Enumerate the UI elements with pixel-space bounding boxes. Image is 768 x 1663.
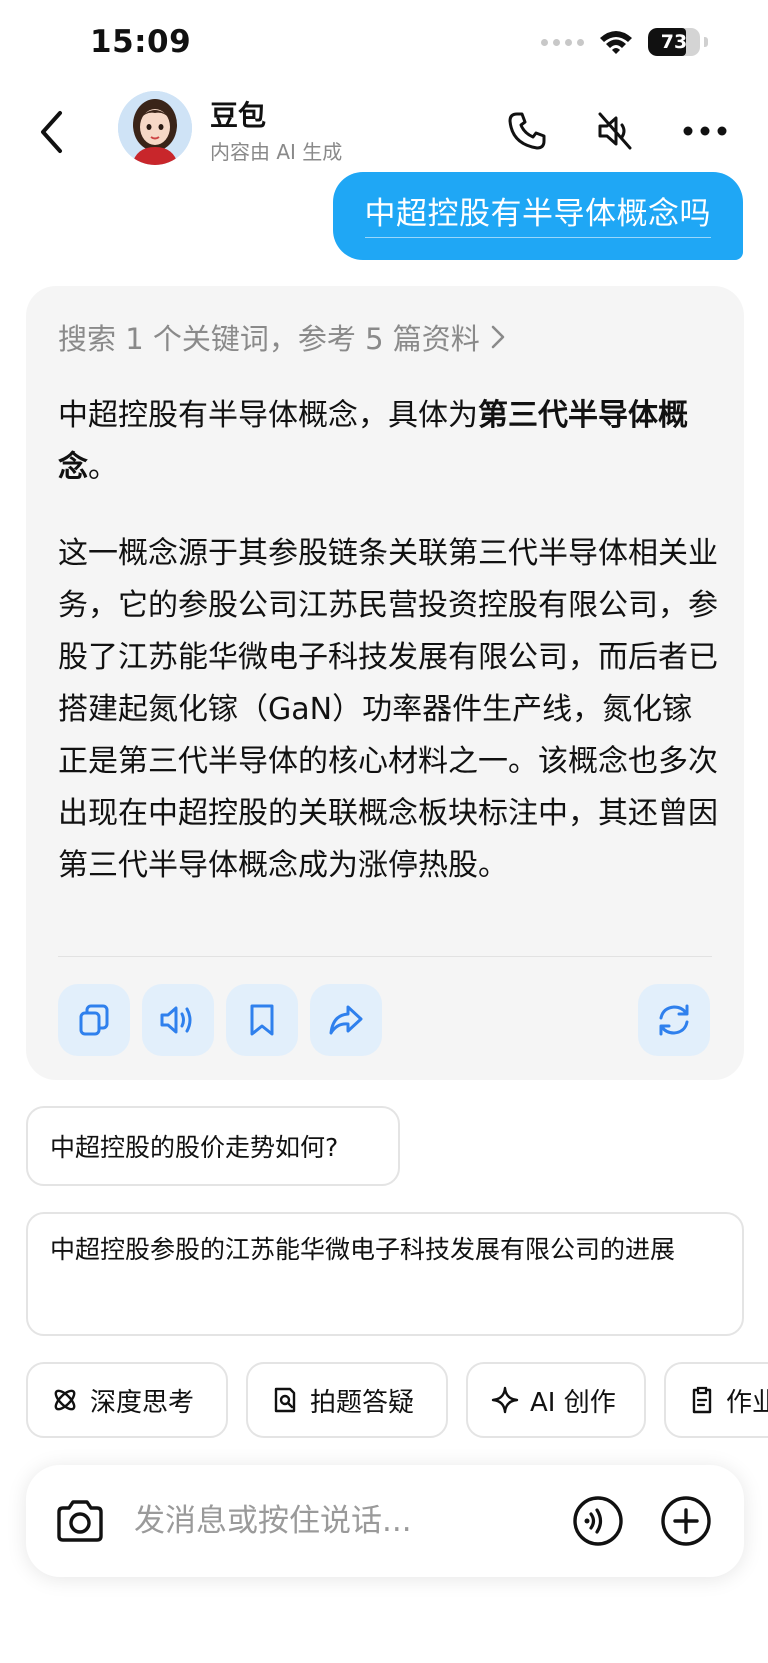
answer-card: 搜索 1 个关键词，参考 5 篇资料 中超控股有半导体概念，具体为第三代半导体概… [26, 286, 744, 1080]
more-button[interactable] [680, 106, 730, 156]
suggested-question-1[interactable]: 中超控股的股价走势如何? [26, 1106, 400, 1186]
message-input[interactable] [134, 1493, 434, 1549]
photo-question-chip[interactable]: 拍题答疑 [246, 1362, 448, 1438]
bot-name: 豆包 [210, 99, 267, 132]
ai-creation-chip[interactable]: AI 创作 [466, 1362, 646, 1438]
phone-icon [508, 112, 546, 150]
homework-icon [692, 1386, 712, 1414]
search-sources-link[interactable]: 搜索 1 个关键词，参考 5 篇资料 [58, 316, 506, 358]
speaker-icon [160, 1006, 192, 1034]
mute-voice-button[interactable] [590, 106, 640, 156]
homework-chip[interactable]: 作业 [664, 1362, 768, 1438]
status-bar: 15:09 73 [0, 0, 768, 90]
regenerate-button[interactable] [638, 984, 710, 1056]
voice-call-button[interactable] [570, 1493, 626, 1549]
more-icon [683, 126, 727, 136]
status-indicators: 73 [541, 28, 708, 56]
answer-paragraph-2: 这一概念源于其参股链条关联第三代半导体相关业务，它的参股公司江苏民营投资控股有限… [58, 536, 718, 883]
phone-button[interactable] [502, 106, 552, 156]
add-icon [661, 1496, 711, 1546]
copy-icon [79, 1004, 109, 1036]
bookmark-icon [250, 1004, 274, 1036]
atom-icon [54, 1389, 76, 1411]
chat-screen: 15:09 73 豆包 内容由 AI 生成 中超控股有半导体概念吗 搜索 1 个… [0, 0, 768, 1663]
chat-header: 豆包 内容由 AI 生成 [0, 86, 768, 176]
back-arrow-icon [41, 111, 62, 153]
search-summary-text: 搜索 1 个关键词，参考 5 篇资料 [58, 322, 480, 356]
wifi-icon [600, 31, 632, 54]
cellular-signal-icon [541, 38, 584, 46]
bot-avatar[interactable] [118, 91, 192, 165]
read-aloud-button[interactable] [142, 984, 214, 1056]
user-message-bubble[interactable]: 中超控股有半导体概念吗 [332, 172, 743, 260]
doc-search-icon [274, 1387, 296, 1413]
share-button[interactable] [310, 984, 382, 1056]
sparkle-icon [491, 1386, 519, 1414]
regenerate-icon [659, 1004, 689, 1036]
add-attachment-button[interactable] [658, 1493, 714, 1549]
chevron-right-icon [491, 325, 505, 349]
copy-button[interactable] [58, 984, 130, 1056]
back-button[interactable] [28, 104, 76, 160]
tool-chips-row: 深度思考 拍题答疑 AI 创作 作业 [26, 1362, 768, 1438]
suggested-question-2[interactable]: 中超控股参股的江苏能华微电子科技发展有限公司的进展 [26, 1212, 744, 1336]
camera-button[interactable] [52, 1493, 108, 1549]
ai-disclaimer: 内容由 AI 生成 [210, 140, 343, 164]
share-icon [329, 1005, 363, 1035]
answer-paragraph-1: 中超控股有半导体概念，具体为第三代半导体概念。 [58, 398, 688, 485]
speaker-muted-icon [598, 112, 632, 150]
bookmark-button[interactable] [226, 984, 298, 1056]
camera-icon [57, 1500, 103, 1542]
message-composer [26, 1465, 744, 1577]
voice-call-icon [573, 1496, 623, 1546]
user-message-text: 中超控股有半导体概念吗 [364, 194, 711, 238]
battery-icon: 73 [648, 28, 700, 56]
status-time: 15:09 [90, 24, 192, 60]
card-divider [58, 956, 712, 957]
deep-thinking-chip[interactable]: 深度思考 [26, 1362, 228, 1438]
battery-percent: 73 [660, 31, 688, 53]
